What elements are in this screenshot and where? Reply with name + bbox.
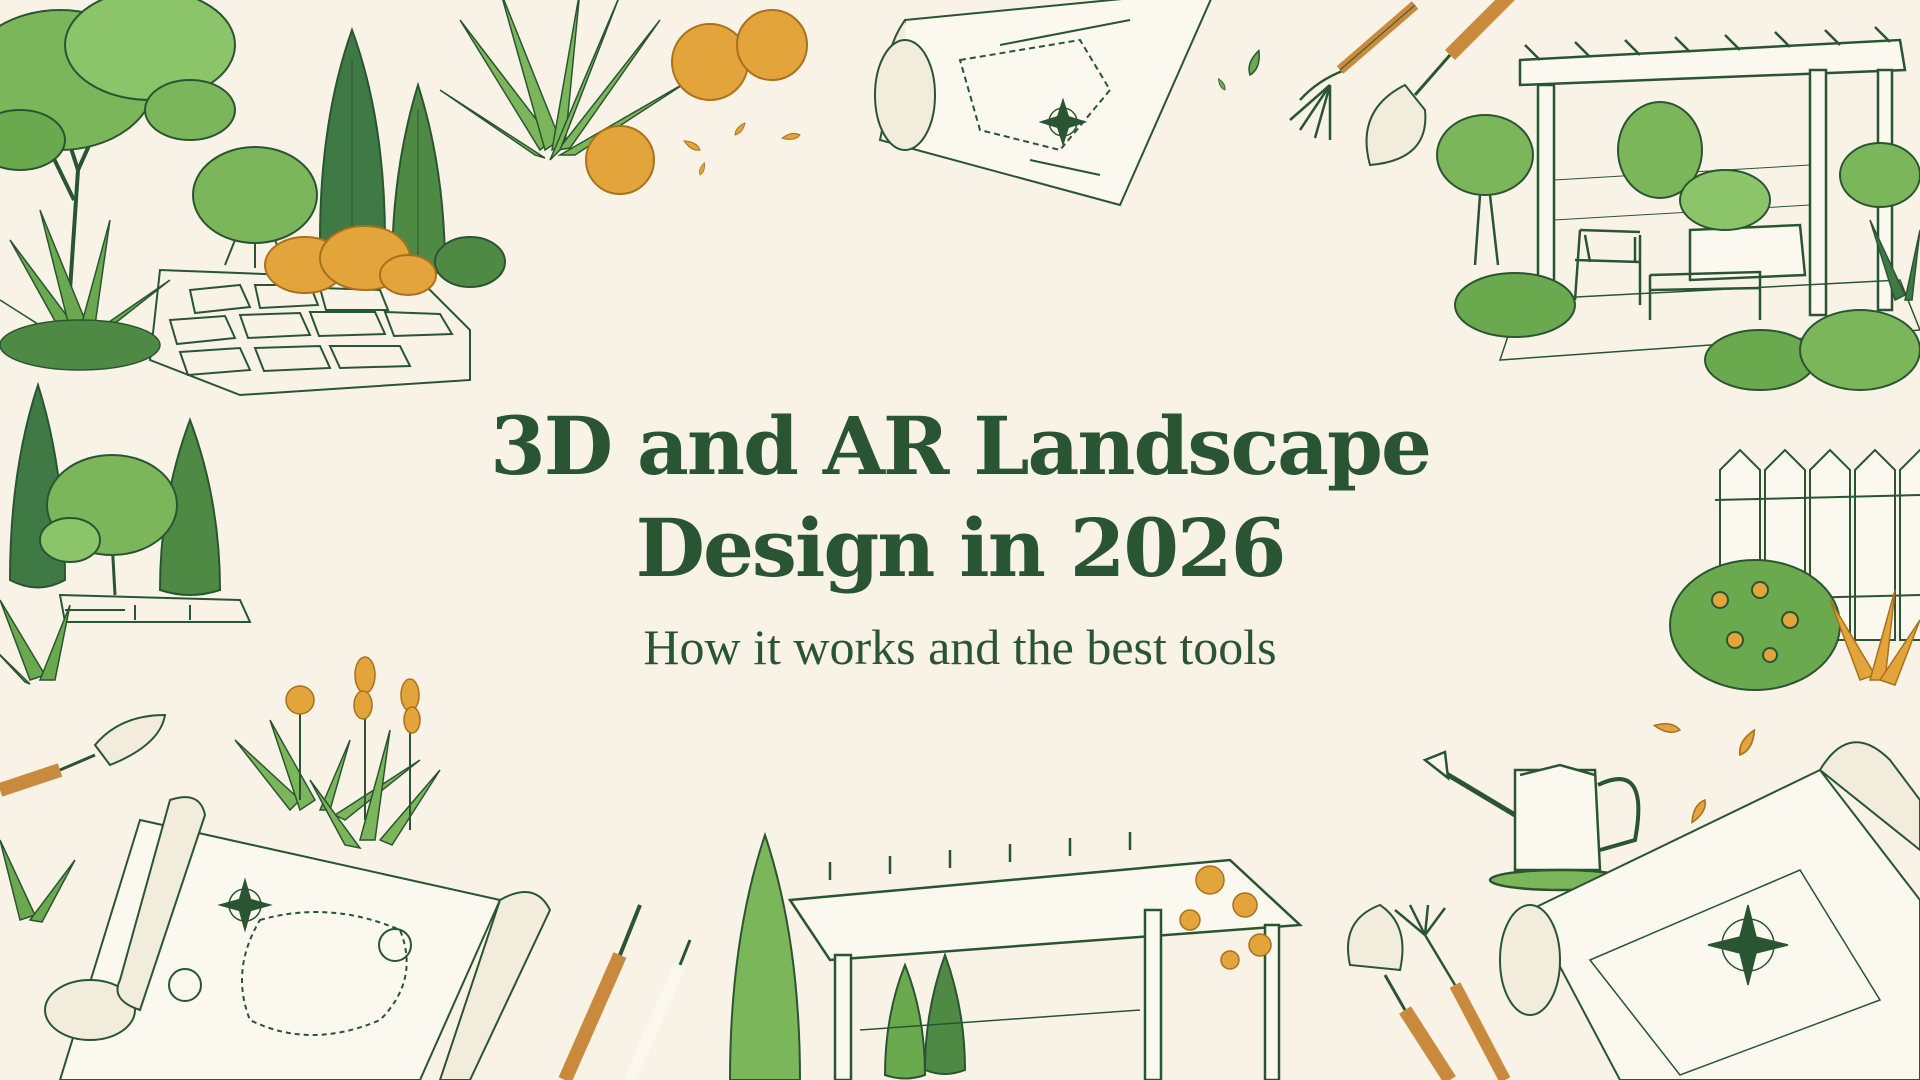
title-line-2: Design in 2026 bbox=[635, 501, 1287, 595]
paintbrush-icon bbox=[558, 904, 642, 1080]
garden-fork-icon bbox=[1394, 904, 1511, 1080]
blueprint-scroll-icon bbox=[44, 796, 552, 1080]
falling-leaf-icon bbox=[682, 121, 802, 177]
shrub-icon bbox=[1669, 559, 1841, 691]
falling-leaf-icon bbox=[1216, 48, 1264, 92]
flower-cluster-icon bbox=[234, 656, 441, 850]
yucca-plant-icon bbox=[0, 839, 76, 923]
patio-sofa-icon bbox=[1648, 223, 1807, 320]
hero-banner: 3D and AR Landscape Design in 2026 How i… bbox=[0, 0, 1920, 1080]
page-subtitle: How it works and the best tools bbox=[643, 619, 1277, 675]
yucca-plant-icon bbox=[0, 209, 171, 371]
title-line-1: 3D and AR Landscape bbox=[490, 399, 1432, 493]
marigold-bush-icon bbox=[585, 9, 808, 195]
trowel-icon bbox=[1347, 903, 1456, 1080]
tree-icon bbox=[0, 0, 236, 291]
yucca-plant-icon bbox=[0, 599, 71, 685]
yucca-plant-icon bbox=[439, 0, 691, 161]
watering-can-icon bbox=[1422, 750, 1641, 892]
pencil-icon bbox=[624, 939, 692, 1080]
trowel-icon bbox=[0, 713, 167, 797]
stone-path-icon bbox=[58, 593, 252, 623]
page-title: 3D and AR Landscape Design in 2026 bbox=[360, 395, 1560, 599]
blueprint-scroll-icon bbox=[874, 0, 1212, 207]
title-block: 3D and AR Landscape Design in 2026 How i… bbox=[360, 395, 1560, 677]
